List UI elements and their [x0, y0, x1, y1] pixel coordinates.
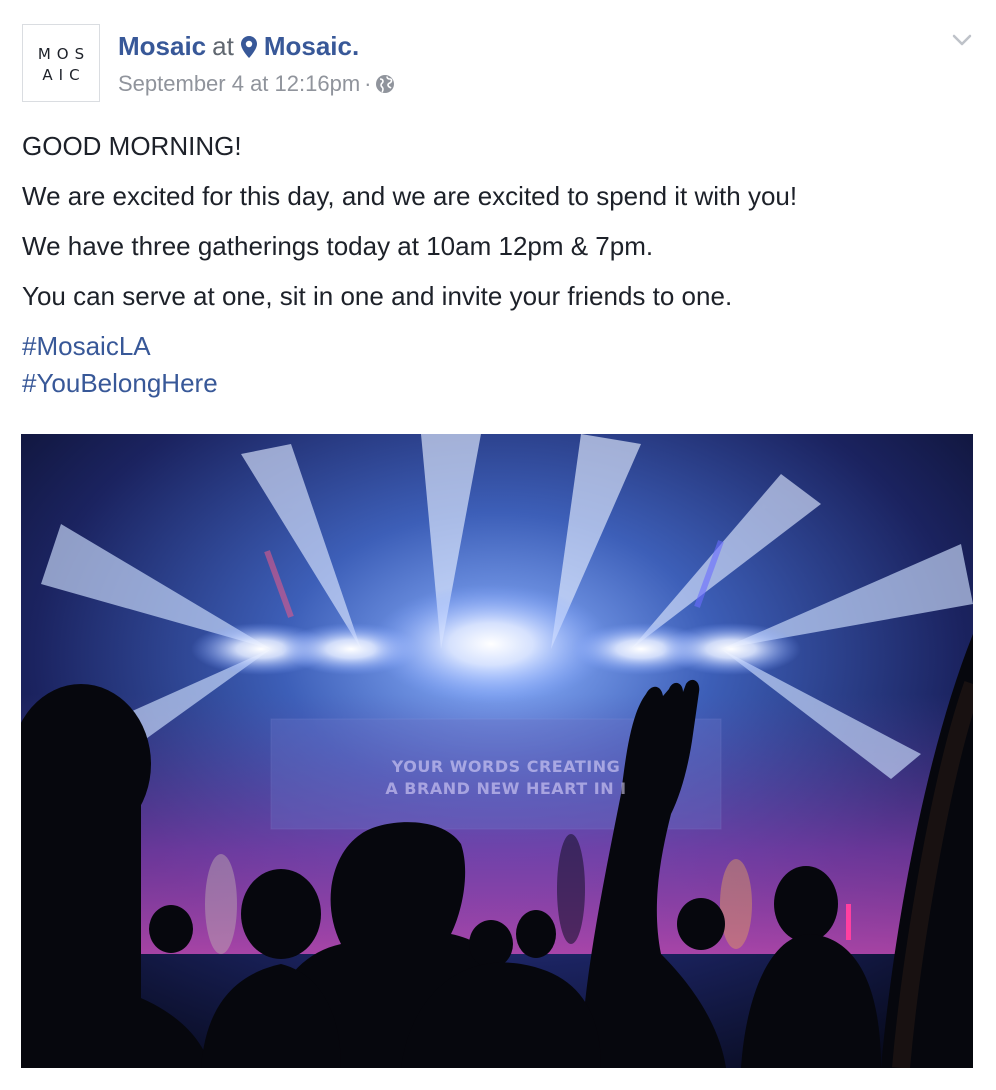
globe-icon[interactable]	[375, 73, 395, 101]
location-link[interactable]: Mosaic.	[264, 31, 359, 61]
screen-text-line1: YOUR WORDS CREATING	[391, 757, 621, 776]
page-avatar[interactable]: MOS AIC	[22, 24, 100, 102]
timestamp-link[interactable]: September 4 at 12:16pm	[118, 71, 360, 96]
post-photo[interactable]: YOUR WORDS CREATING A BRAND NEW HEART IN…	[21, 434, 973, 1068]
chevron-down-icon[interactable]	[950, 28, 974, 52]
hashtag-link-mosaicla[interactable]: #MosaicLA	[22, 328, 218, 365]
facebook-post: MOS AIC Mosaic at Mosaic. September 4 at 1…	[0, 0, 996, 1090]
post-text: GOOD MORNING! We are excited for this da…	[22, 128, 972, 328]
page-name-link[interactable]: Mosaic	[118, 31, 206, 61]
hashtag-list: #MosaicLA #YouBelongHere	[22, 328, 218, 402]
avatar-logo-line2: AIC	[42, 66, 86, 84]
screen-text-line2: A BRAND NEW HEART IN I	[385, 779, 627, 798]
hashtag-link-youbelonghere[interactable]: #YouBelongHere	[22, 365, 218, 402]
post-paragraph: You can serve at one, sit in one and inv…	[22, 281, 733, 311]
post-paragraph: We are excited for this day, and we are …	[22, 181, 798, 211]
at-word: at	[212, 31, 234, 61]
avatar-logo-line1: MOS	[37, 45, 91, 63]
meta-separator: ·	[364, 71, 372, 96]
post-meta: September 4 at 12:16pm ·	[118, 70, 395, 101]
post-paragraph: GOOD MORNING!	[22, 131, 242, 161]
location-pin-icon	[240, 34, 258, 66]
projection-screen-text: YOUR WORDS CREATING A BRAND NEW HEART IN…	[361, 756, 651, 800]
post-headline: Mosaic at Mosaic.	[118, 30, 359, 66]
post-paragraph: We have three gatherings today at 10am 1…	[22, 231, 654, 261]
